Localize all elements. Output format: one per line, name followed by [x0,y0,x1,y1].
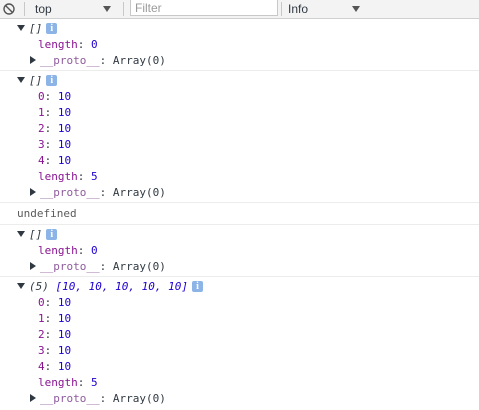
info-icon[interactable]: i [46,22,58,34]
clear-console-icon[interactable] [2,0,16,18]
expand-down-icon[interactable] [17,231,25,237]
toolbar-divider [281,2,282,16]
context-selector[interactable]: top [35,0,52,18]
property-row: 0: 10 [38,296,72,309]
console-message: [] i length: 0 __proto__: Array(0) [0,19,479,71]
info-icon[interactable]: i [191,280,203,292]
property-row: 1: 10 [38,312,72,325]
expand-right-icon[interactable] [30,394,36,402]
console-message: (5) [10, 10, 10, 10, 10] i 0: 10 1: 10 2:… [0,277,479,408]
return-value-text: undefined [17,207,77,220]
property-row: 3: 10 [38,138,72,151]
property-row: length: 5 [38,376,98,389]
filter-placeholder: Filter [135,0,162,15]
expand-down-icon[interactable] [17,25,25,31]
property-row: 2: 10 [38,122,72,135]
expand-right-icon[interactable] [30,56,36,64]
expand-down-icon[interactable] [17,283,25,289]
property-row: 0: 10 [38,90,72,103]
console-message: [] i length: 0 __proto__: Array(0) [0,225,479,277]
proto-row[interactable]: __proto__: Array(0) [0,53,479,69]
object-header[interactable]: [] i [0,21,479,37]
array-preview: [10, 10, 10, 10, 10] [55,280,188,293]
proto-row[interactable]: __proto__: Array(0) [0,185,479,201]
chevron-down-icon[interactable] [101,0,113,18]
log-level-selector[interactable]: Info [288,0,308,18]
proto-row[interactable]: __proto__: Array(0) [0,259,479,275]
proto-row[interactable]: __proto__: Array(0) [0,391,479,407]
expand-down-icon[interactable] [17,77,25,83]
object-header[interactable]: (5) [10, 10, 10, 10, 10] i [0,279,479,295]
console-toolbar: top Filter Info [0,0,479,19]
info-icon[interactable]: i [46,74,58,86]
array-count: (5) [29,280,49,293]
expand-right-icon[interactable] [30,188,36,196]
property-row: 4: 10 [38,360,72,373]
console-message: undefined [0,203,479,225]
property-row: length: 0 [38,38,98,51]
property-row: length: 5 [38,170,98,183]
filter-input[interactable]: Filter [130,0,278,16]
object-header[interactable]: [] i [0,73,479,89]
property-row: 2: 10 [38,328,72,341]
expand-right-icon[interactable] [30,262,36,270]
property-row: length: 0 [38,244,98,257]
toolbar-divider [123,2,124,16]
info-icon[interactable]: i [46,228,58,240]
chevron-down-icon[interactable] [350,0,362,18]
console-message: [] i 0: 10 1: 10 2: 10 3: 10 4: 10 length… [0,71,479,203]
property-row: 1: 10 [38,106,72,119]
property-row: 4: 10 [38,154,72,167]
object-header[interactable]: [] i [0,227,479,243]
toolbar-divider [24,2,25,16]
property-row: 3: 10 [38,344,72,357]
